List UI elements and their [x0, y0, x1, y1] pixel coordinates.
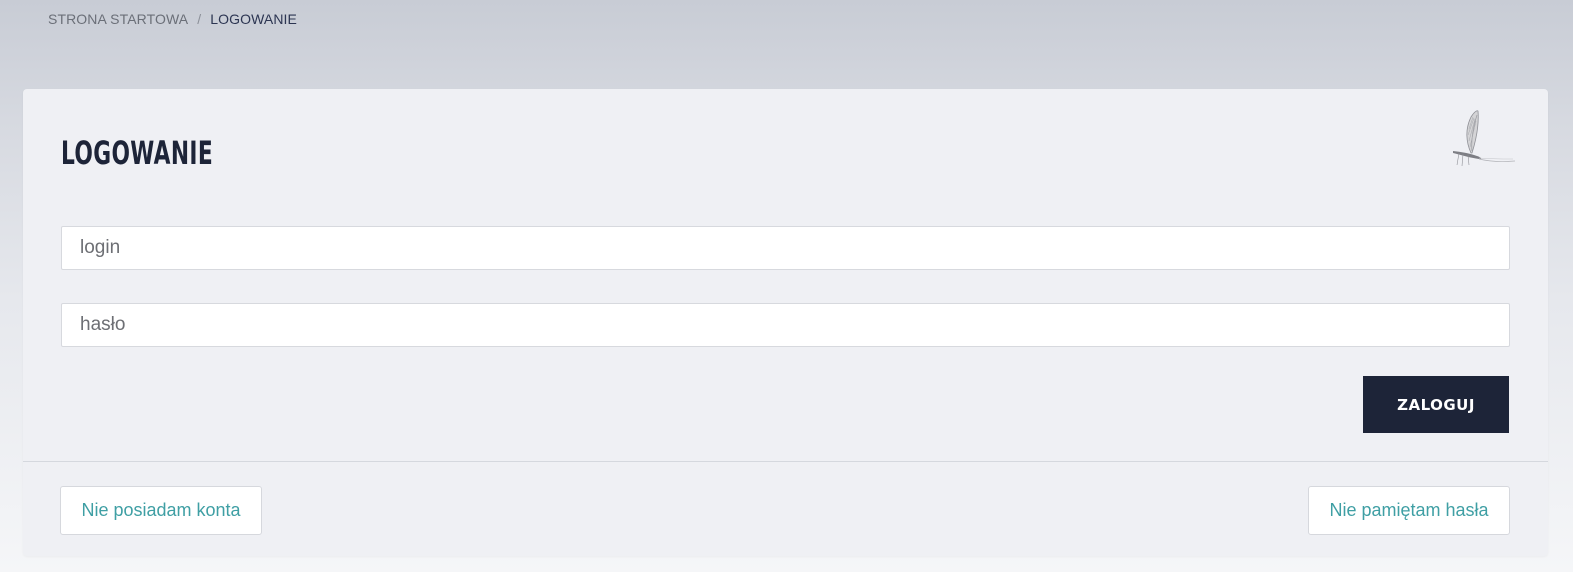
password-input[interactable]	[61, 303, 1510, 347]
breadcrumb: STRONA STARTOWA / LOGOWANIE	[48, 11, 297, 27]
login-card: LOGOWANIE ZALOGUJ Nie posiadam konta Nie…	[23, 89, 1548, 556]
forgot-password-button[interactable]: Nie pamiętam hasła	[1308, 486, 1510, 535]
breadcrumb-home-link[interactable]: STRONA STARTOWA	[48, 11, 188, 27]
mayfly-logo-icon	[1453, 110, 1515, 167]
breadcrumb-separator: /	[197, 11, 202, 27]
page-title: LOGOWANIE	[61, 134, 214, 172]
no-account-button[interactable]: Nie posiadam konta	[60, 486, 262, 535]
breadcrumb-current: LOGOWANIE	[210, 11, 297, 27]
login-submit-button[interactable]: ZALOGUJ	[1363, 376, 1509, 433]
card-divider	[23, 461, 1548, 462]
login-input[interactable]	[61, 226, 1510, 270]
